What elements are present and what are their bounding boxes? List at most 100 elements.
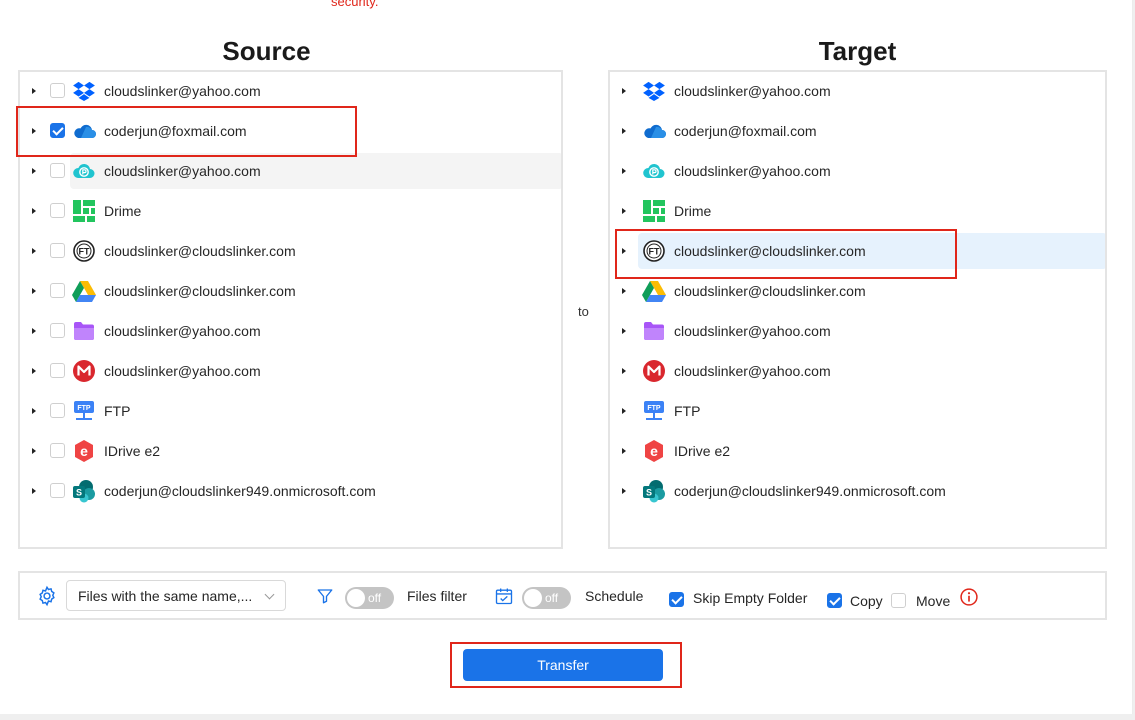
expand-caret-icon[interactable] <box>32 448 36 454</box>
files-filter-toggle[interactable]: off <box>345 587 394 609</box>
svg-text:FTP: FTP <box>647 405 661 412</box>
expand-caret-icon[interactable] <box>622 288 626 294</box>
pcloud-icon <box>72 159 96 183</box>
chevron-down-icon <box>264 589 275 600</box>
source-list-item[interactable]: cloudslinker@cloudslinker.com <box>20 273 561 309</box>
schedule-toggle-state: off <box>545 591 559 605</box>
settings-gear-icon[interactable] <box>36 573 58 618</box>
mega-icon <box>72 359 96 383</box>
expand-caret-icon[interactable] <box>32 368 36 374</box>
copy-checkbox[interactable] <box>827 593 842 608</box>
source-item-checkbox[interactable] <box>50 323 65 338</box>
expand-caret-icon[interactable] <box>32 328 36 334</box>
source-list-item[interactable]: Scoderjun@cloudslinker949.onmicrosoft.co… <box>20 473 561 509</box>
source-list-item[interactable]: FTP FTP <box>20 393 561 429</box>
target-item-label: cloudslinker@yahoo.com <box>674 83 831 99</box>
svg-text:FTP: FTP <box>77 405 91 412</box>
expand-caret-icon[interactable] <box>622 368 626 374</box>
idrive-e2-icon: e <box>72 439 96 463</box>
info-icon[interactable] <box>959 574 979 619</box>
top-note: security. <box>331 0 379 9</box>
source-title: Source <box>222 36 311 66</box>
expand-caret-icon[interactable] <box>32 248 36 254</box>
expand-caret-icon[interactable] <box>622 88 626 94</box>
target-list-item[interactable]: cloudslinker@yahoo.com <box>610 73 1105 109</box>
source-item-label: IDrive e2 <box>104 443 161 459</box>
source-item-checkbox[interactable] <box>50 203 65 218</box>
expand-caret-icon[interactable] <box>32 488 36 494</box>
expand-caret-icon[interactable] <box>32 288 36 294</box>
target-list-item[interactable]: coderjun@foxmail.com <box>610 113 1105 149</box>
source-item-label: FTP <box>104 403 131 419</box>
source-list-item[interactable]: cloudslinker@yahoo.com <box>20 73 561 109</box>
source-list-item[interactable]: cloudslinker@yahoo.com <box>20 153 561 189</box>
schedule-toggle[interactable]: off <box>522 587 571 609</box>
expand-caret-icon[interactable] <box>622 168 626 174</box>
target-list-item[interactable]: Drime <box>610 193 1105 229</box>
onedrive-icon <box>642 119 666 143</box>
source-list-item[interactable]: cloudslinker@yahoo.com <box>20 313 561 349</box>
source-list-item[interactable]: FT cloudslinker@cloudslinker.com <box>20 233 561 269</box>
target-item-label: cloudslinker@cloudslinker.com <box>674 283 866 299</box>
toggle-knob <box>347 589 365 607</box>
expand-caret-icon[interactable] <box>622 408 626 414</box>
source-item-checkbox[interactable] <box>50 483 65 498</box>
expand-caret-icon[interactable] <box>32 88 36 94</box>
ftp-server-icon: FT <box>72 239 96 263</box>
svg-text:S: S <box>646 488 652 498</box>
source-item-checkbox[interactable] <box>50 83 65 98</box>
skip-empty-folder-checkbox[interactable] <box>669 592 684 607</box>
source-list-item[interactable]: cloudslinker@yahoo.com <box>20 353 561 389</box>
mega-icon <box>642 359 666 383</box>
drime-icon <box>642 199 666 223</box>
highlight-box-target-selection <box>615 229 957 279</box>
source-item-label: cloudslinker@yahoo.com <box>104 323 261 339</box>
dropbox-icon <box>72 79 96 103</box>
source-item-checkbox[interactable] <box>50 363 65 378</box>
target-list-item[interactable]: cloudslinker@yahoo.com <box>610 353 1105 389</box>
target-title: Target <box>818 36 897 66</box>
expand-caret-icon[interactable] <box>622 328 626 334</box>
target-list-item[interactable]: FTP FTP <box>610 393 1105 429</box>
source-item-label: coderjun@cloudslinker949.onmicrosoft.com <box>104 483 376 499</box>
target-list-item[interactable]: cloudslinker@yahoo.com <box>610 153 1105 189</box>
expand-caret-icon[interactable] <box>622 128 626 134</box>
target-item-label: coderjun@foxmail.com <box>674 123 817 139</box>
purple-folder-icon <box>642 319 666 343</box>
target-item-label: cloudslinker@yahoo.com <box>674 163 831 179</box>
expand-caret-icon[interactable] <box>32 408 36 414</box>
expand-caret-icon[interactable] <box>622 448 626 454</box>
purple-folder-icon <box>72 319 96 343</box>
source-item-checkbox[interactable] <box>50 443 65 458</box>
highlight-box-transfer-button <box>450 642 682 688</box>
google-drive-icon <box>642 279 666 303</box>
svg-text:S: S <box>76 488 82 498</box>
schedule-calendar-icon <box>494 573 514 618</box>
conflict-policy-value: Files with the same name,... <box>78 587 253 604</box>
dropbox-icon <box>642 79 666 103</box>
expand-caret-icon[interactable] <box>32 168 36 174</box>
source-item-label: cloudslinker@yahoo.com <box>104 363 261 379</box>
source-item-checkbox[interactable] <box>50 243 65 258</box>
target-list-item[interactable]: e IDrive e2 <box>610 433 1105 469</box>
expand-caret-icon[interactable] <box>622 208 626 214</box>
expand-caret-icon[interactable] <box>32 208 36 214</box>
expand-caret-icon[interactable] <box>622 488 626 494</box>
source-list-item[interactable]: e IDrive e2 <box>20 433 561 469</box>
files-filter-label: Files filter <box>407 587 467 604</box>
toggle-knob <box>524 589 542 607</box>
target-item-label: IDrive e2 <box>674 443 731 459</box>
schedule-label: Schedule <box>585 587 644 604</box>
source-item-checkbox[interactable] <box>50 283 65 298</box>
target-list-item[interactable]: cloudslinker@yahoo.com <box>610 313 1105 349</box>
target-item-label: coderjun@cloudslinker949.onmicrosoft.com <box>674 483 946 499</box>
source-list-item[interactable]: Drime <box>20 193 561 229</box>
move-checkbox[interactable] <box>891 593 906 608</box>
highlight-box-source-selection <box>16 106 357 157</box>
conflict-policy-select[interactable]: Files with the same name,... <box>66 580 286 611</box>
filter-funnel-icon <box>316 573 334 618</box>
transfer-page: security. Source Target cloudslinker@yah… <box>0 0 1133 714</box>
source-item-checkbox[interactable] <box>50 403 65 418</box>
source-item-checkbox[interactable] <box>50 163 65 178</box>
target-list-item[interactable]: Scoderjun@cloudslinker949.onmicrosoft.co… <box>610 473 1105 509</box>
